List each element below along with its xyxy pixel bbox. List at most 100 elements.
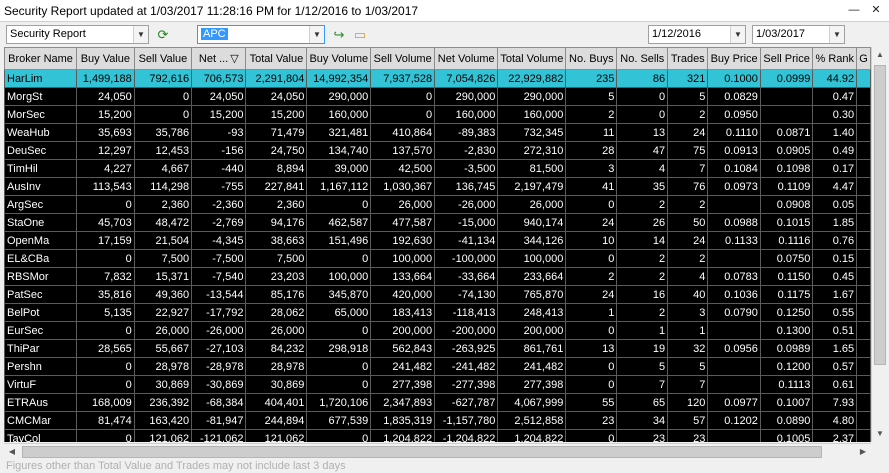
table-cell: 42,500 <box>370 159 436 178</box>
table-cell <box>856 213 871 232</box>
table-row[interactable]: ThiPar 28,565 55,667 -27,103 84,232 298,918 56… <box>4 339 871 358</box>
table-cell: 121,062 <box>245 429 308 442</box>
column-header[interactable]: Trades <box>667 47 709 70</box>
table-row[interactable]: MorgSt 24,050 0 24,050 24,050 290,000 0 290,000… <box>4 87 871 106</box>
table-cell: 7,500 <box>245 249 308 268</box>
report-select[interactable]: Security Report ▼ <box>6 25 149 44</box>
scroll-up-icon[interactable]: ▲ <box>872 47 888 63</box>
table-cell: 151,496 <box>306 231 372 250</box>
scroll-left-icon[interactable]: ◀ <box>4 444 20 460</box>
table-row[interactable]: VirtuF 0 30,869 -30,869 30,869 0 277,398 -277,3… <box>4 375 871 394</box>
table-row[interactable]: StaOne 45,703 48,472 -2,769 94,176 462,587 477… <box>4 213 871 232</box>
table-cell: 562,843 <box>370 339 436 358</box>
table-cell: 86 <box>616 69 669 88</box>
table-cell: 39,000 <box>306 159 372 178</box>
table-cell: -2,360 <box>191 195 247 214</box>
table-row[interactable]: ArgSec 0 2,360 -2,360 2,360 0 26,000 -26,000 26,… <box>4 195 871 214</box>
column-header[interactable]: Total Value <box>245 47 308 70</box>
chevron-down-icon[interactable]: ▼ <box>133 26 148 43</box>
table-cell: 100,000 <box>370 249 436 268</box>
table-cell: 121,062 <box>133 429 193 442</box>
table-row[interactable]: HarLim 1,499,188 792,616 706,573 2,291,804 14… <box>4 69 871 88</box>
column-header[interactable]: Net Volume <box>434 47 499 70</box>
column-header[interactable]: Buy Volume <box>306 47 372 70</box>
table-cell: 57 <box>667 411 709 430</box>
security-input[interactable]: APC ▼ <box>197 25 325 44</box>
column-header[interactable]: G <box>856 47 871 70</box>
table-cell: 7,054,826 <box>434 69 499 88</box>
date-to-picker[interactable]: 1/03/2017 ▼ <box>752 25 845 44</box>
table-cell: 0.1300 <box>759 321 814 340</box>
refresh-icon[interactable]: ⟳ <box>153 25 173 44</box>
column-header[interactable]: No. Sells <box>616 47 669 70</box>
table-cell: 677,539 <box>306 411 372 430</box>
table-row[interactable]: Pershn 0 28,978 -28,978 28,978 0 241,482 -241,4… <box>4 357 871 376</box>
table-cell: -27,103 <box>191 339 247 358</box>
table-cell: -440 <box>191 159 247 178</box>
scroll-right-icon[interactable]: ▶ <box>855 444 871 460</box>
table-cell <box>856 303 871 322</box>
table-cell: 272,310 <box>497 141 567 160</box>
minimize-button[interactable]: — <box>846 3 862 18</box>
table-row[interactable]: TayCol 0 121,062 -121,062 121,062 0 1,204,822-… <box>4 429 871 442</box>
table-row[interactable]: CMCMar 81,474 163,420 -81,947 244,894 677,539… <box>4 411 871 430</box>
table-cell: 0.1098 <box>759 159 814 178</box>
table-row[interactable]: PatSec 35,816 49,360 -13,544 85,176 345,870 42… <box>4 285 871 304</box>
table-cell: 277,398 <box>370 375 436 394</box>
scroll-down-icon[interactable]: ▼ <box>872 426 888 442</box>
vertical-scrollbar[interactable]: ▲ ▼ <box>871 47 887 442</box>
table-cell: 0 <box>306 249 372 268</box>
close-button[interactable]: ✕ <box>868 3 884 18</box>
scroll-thumb[interactable] <box>22 446 822 458</box>
table-cell: 12,453 <box>133 141 193 160</box>
column-header[interactable]: Buy Value <box>76 47 135 70</box>
table-row[interactable]: OpenMa 17,159 21,504 -4,345 38,663 151,496 192… <box>4 231 871 250</box>
table-cell: 1.40 <box>812 123 858 142</box>
table-row[interactable]: TimHil 4,227 4,667 -440 8,894 39,000 42,500 -3,… <box>4 159 871 178</box>
table-cell: -241,482 <box>434 357 499 376</box>
table-cell: 1,167,112 <box>306 177 372 196</box>
table-row[interactable]: MorSec 15,200 0 15,200 15,200 160,000 0 160,000… <box>4 105 871 124</box>
open-folder-icon[interactable]: ▭ <box>350 25 370 44</box>
date-from-picker[interactable]: 1/12/2016 ▼ <box>648 25 746 44</box>
table-cell: 420,000 <box>370 285 436 304</box>
go-arrow-icon[interactable]: ↪ <box>329 25 349 44</box>
table-cell: -3,500 <box>434 159 499 178</box>
column-header[interactable]: Broker Name <box>4 47 78 70</box>
column-header[interactable]: Net ... ▽ <box>191 47 247 70</box>
table-row[interactable]: DeuSec 12,297 12,453 -156 24,750 134,740 137,5… <box>4 141 871 160</box>
table-cell: -93 <box>191 123 247 142</box>
horizontal-scrollbar[interactable]: ◀ ▶ <box>4 443 871 459</box>
table-row[interactable]: AusInv 113,543 114,298 -755 227,841 1,167,112… <box>4 177 871 196</box>
table-cell <box>856 411 871 430</box>
table-cell: -1,204,822 <box>434 429 499 442</box>
table-cell: 16 <box>616 285 669 304</box>
column-header[interactable]: % Rank <box>812 47 858 70</box>
table-cell: 0 <box>306 321 372 340</box>
table-cell: 23 <box>667 429 709 442</box>
table-row[interactable]: BelPot 5,135 22,927 -17,792 28,062 65,000 183,… <box>4 303 871 322</box>
chevron-down-icon[interactable]: ▼ <box>309 26 324 43</box>
column-header[interactable]: Sell Price <box>759 47 814 70</box>
table-cell: 1.65 <box>812 339 858 358</box>
column-header[interactable]: No. Buys <box>565 47 618 70</box>
chevron-down-icon[interactable]: ▼ <box>730 26 745 43</box>
chevron-down-icon[interactable]: ▼ <box>829 26 844 43</box>
table-row[interactable]: EL&CBa 0 7,500 -7,500 7,500 0 100,000 -100,000 1… <box>4 249 871 268</box>
table-cell: 183,413 <box>370 303 436 322</box>
column-header[interactable]: Sell Volume <box>370 47 436 70</box>
table-row[interactable]: ETRAus 168,009 236,392 -68,384 404,401 1,720,… <box>4 393 871 412</box>
column-header[interactable]: Sell Value <box>133 47 193 70</box>
table-cell: 100,000 <box>306 267 372 286</box>
table-cell: 0.1015 <box>759 213 814 232</box>
table-row[interactable]: EurSec 0 26,000 -26,000 26,000 0 200,000 -200,0… <box>4 321 871 340</box>
report-grid: Broker Name Buy Value Sell Value Net ... ▽ To… <box>4 47 871 442</box>
broker-name-cell: MorSec <box>4 105 78 124</box>
table-cell: 0 <box>565 249 618 268</box>
table-row[interactable]: WeaHub 35,693 35,786 -93 71,479 321,481 410,86… <box>4 123 871 142</box>
table-cell: -26,000 <box>191 321 247 340</box>
table-row[interactable]: RBSMor 7,832 15,371 -7,540 23,203 100,000 133,… <box>4 267 871 286</box>
scroll-thumb[interactable] <box>874 65 886 365</box>
column-header[interactable]: Buy Price <box>707 47 761 70</box>
column-header[interactable]: Total Volume <box>497 47 567 70</box>
